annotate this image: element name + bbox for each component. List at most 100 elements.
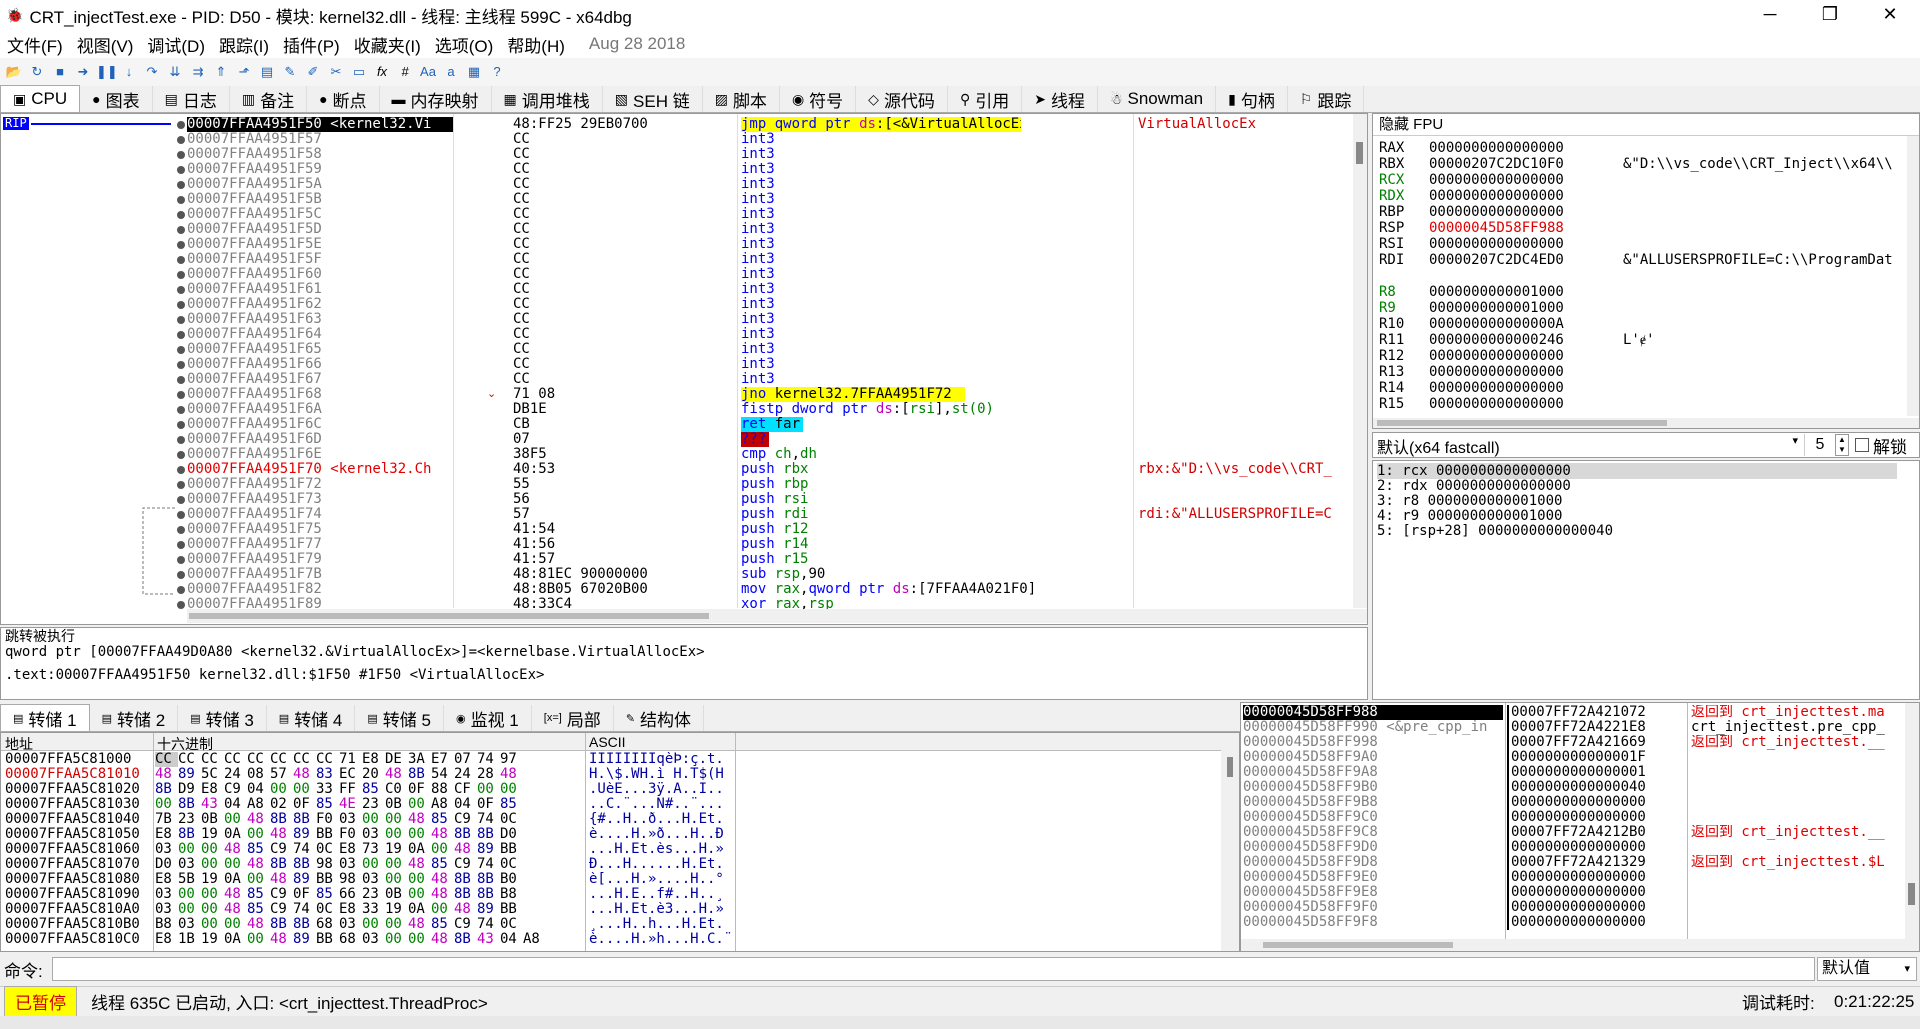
trace-over-icon[interactable]: ⇉ bbox=[188, 62, 208, 82]
disasm-address[interactable]: 00007FFAA4951F6C bbox=[187, 417, 453, 432]
tab-snowman[interactable]: ☃ Snowman bbox=[1098, 86, 1217, 112]
tab-script[interactable]: ▨ 脚本 bbox=[703, 86, 780, 112]
tab-memory-map[interactable]: ▬ 内存映射 bbox=[380, 86, 492, 112]
disasm-address[interactable]: 00007FFAA4951F5E bbox=[187, 237, 453, 252]
step-into-icon[interactable]: ↓ bbox=[119, 62, 139, 82]
breakpoint-dot-icon[interactable] bbox=[177, 226, 185, 234]
register-value[interactable]: 0000000000000000 bbox=[1429, 396, 1564, 412]
register-value[interactable]: 0000000000000000 bbox=[1429, 236, 1564, 252]
breakpoint-dot-icon[interactable] bbox=[177, 181, 185, 189]
dump-hex-row[interactable]: D0 03 00 00 48 8B 8B 98 03 00 00 48 85 C9 74 0C bbox=[155, 857, 546, 872]
dump-ascii-row[interactable]: ...H.Ét.è3...H.» bbox=[589, 902, 732, 917]
stack-address[interactable]: 00000045D58FF988 bbox=[1243, 705, 1503, 720]
register-value[interactable]: 0000000000000000 bbox=[1429, 204, 1564, 220]
registers-header[interactable]: 隐藏 FPU bbox=[1373, 114, 1919, 136]
disassembly-horizontal-scrollbar[interactable] bbox=[187, 609, 1367, 623]
dump-hex-row[interactable]: 48 89 5C 24 08 57 48 83 EC 20 48 8B 54 24 28 48 bbox=[155, 767, 546, 782]
dump-address[interactable]: 00007FFAA5C810A0 bbox=[5, 902, 140, 917]
disasm-address[interactable]: 00007FFAA4951F77 bbox=[187, 537, 453, 552]
tab-seh[interactable]: ▧ SEH 链 bbox=[603, 86, 703, 112]
stack-address[interactable]: 00000045D58FF9F8 bbox=[1243, 915, 1503, 930]
register-value[interactable]: 00000207C2DC4ED0 bbox=[1429, 252, 1564, 268]
disasm-address[interactable]: 00007FFAA4951F6D bbox=[187, 432, 453, 447]
menu-item[interactable]: 视图(V) bbox=[70, 32, 141, 57]
breakpoint-dot-icon[interactable] bbox=[177, 406, 185, 414]
trace-into-icon[interactable]: ⇊ bbox=[165, 62, 185, 82]
stack-address[interactable]: 00000045D58FF9E0 bbox=[1243, 870, 1503, 885]
register-value[interactable]: 0000000000001000 bbox=[1429, 284, 1564, 300]
disasm-address[interactable]: 00007FFAA4951F72 bbox=[187, 477, 453, 492]
dump-tab[interactable]: ◉ 监视 1 bbox=[444, 705, 532, 731]
dump-vertical-scrollbar[interactable] bbox=[1221, 733, 1239, 951]
breakpoint-dot-icon[interactable] bbox=[177, 241, 185, 249]
tab-handles[interactable]: ▮ 句柄 bbox=[1216, 86, 1288, 112]
stack-address[interactable]: 00000045D58FF9A8 bbox=[1243, 765, 1503, 780]
disasm-address[interactable]: 00007FFAA4951F7B bbox=[187, 567, 453, 582]
stack-value[interactable]: 000000000000001F bbox=[1507, 750, 1646, 765]
argument-row[interactable]: 1: rcx 0000000000000000 bbox=[1377, 463, 1897, 479]
disasm-address[interactable]: 00007FFAA4951F6A bbox=[187, 402, 453, 417]
open-icon[interactable]: 📂 bbox=[4, 62, 24, 82]
stack-value[interactable]: 0000000000000000 bbox=[1507, 870, 1646, 885]
arg-count-spinner[interactable]: ▲ ▼ bbox=[1835, 434, 1849, 456]
dump-hex-row[interactable]: 7B 23 0B 00 48 8B 8B F0 03 00 00 48 85 C9 74 0C bbox=[155, 812, 546, 827]
restart-icon[interactable]: ↻ bbox=[27, 62, 47, 82]
disasm-address[interactable]: 00007FFAA4951F82 bbox=[187, 582, 453, 597]
breakpoint-dot-icon[interactable] bbox=[177, 451, 185, 459]
arg-count-value[interactable]: 5 bbox=[1805, 436, 1835, 454]
register-value[interactable]: 0000000000000000 bbox=[1429, 188, 1564, 204]
dump-hex-row[interactable]: 03 00 00 48 85 C9 74 0C E8 33 19 0A 00 48 89 BB bbox=[155, 902, 546, 917]
disasm-address[interactable]: 00007FFAA4951F58 bbox=[187, 147, 453, 162]
stack-address[interactable]: 00000045D58FF990 <&pre_cpp_in bbox=[1243, 720, 1503, 735]
pause-icon[interactable]: ❚❚ bbox=[96, 62, 118, 82]
tab-call-stack[interactable]: ▦ 调用堆栈 bbox=[492, 86, 603, 112]
registers-pane[interactable]: 隐藏 FPU RAX 0000000000000000 RBX 00000207C2D… bbox=[1372, 113, 1920, 429]
dump-tab[interactable]: ▤ 转储 3 bbox=[178, 705, 267, 731]
stack-value[interactable]: 0000000000000000 bbox=[1507, 915, 1646, 930]
disasm-address[interactable]: 00007FFAA4951F64 bbox=[187, 327, 453, 342]
dump-tab[interactable]: ▤ 转储 4 bbox=[267, 705, 356, 731]
breakpoint-dot-icon[interactable] bbox=[177, 151, 185, 159]
breakpoint-dot-icon[interactable] bbox=[177, 256, 185, 264]
breakpoint-dot-icon[interactable] bbox=[177, 571, 185, 579]
disasm-address[interactable]: 00007FFAA4951F59 bbox=[187, 162, 453, 177]
tab-threads[interactable]: ➤ 线程 bbox=[1022, 86, 1098, 112]
stack-value[interactable]: 0000000000000000 bbox=[1507, 885, 1646, 900]
disasm-address[interactable]: 00007FFAA4951F5A bbox=[187, 177, 453, 192]
register-value[interactable]: 00000207C2DC10F0 bbox=[1429, 156, 1564, 172]
tab-cpu[interactable]: ▣ CPU bbox=[0, 85, 81, 112]
dump-tab[interactable]: ▤ 转储 1 bbox=[0, 704, 90, 731]
breakpoint-dot-icon[interactable] bbox=[177, 466, 185, 474]
disasm-address[interactable]: 00007FFAA4951F57 bbox=[187, 132, 453, 147]
dump-hex-row[interactable]: 00 8B 43 04 A8 02 0F 85 4E 23 0B 00 A8 04 0F 85 bbox=[155, 797, 546, 812]
breakpoint-dot-icon[interactable] bbox=[177, 121, 185, 129]
stack-value[interactable]: 0000000000000001 bbox=[1507, 765, 1646, 780]
argument-row[interactable]: 4: r9 0000000000001000 bbox=[1377, 508, 1562, 524]
dump-tab[interactable]: ▤ 转储 2 bbox=[90, 705, 179, 731]
disasm-address[interactable]: 00007FFAA4951F61 bbox=[187, 282, 453, 297]
run-to-user-code-icon[interactable]: ⬏ bbox=[234, 62, 254, 82]
argument-row[interactable]: 5: [rsp+28] 0000000000000040 bbox=[1377, 523, 1613, 539]
stack-address[interactable]: 00000045D58FF9C0 bbox=[1243, 810, 1503, 825]
unlock-checkbox[interactable] bbox=[1855, 438, 1869, 452]
breakpoint-dot-icon[interactable] bbox=[177, 586, 185, 594]
menu-item[interactable]: 文件(F) bbox=[0, 32, 70, 57]
font-icon[interactable]: Aa bbox=[418, 62, 438, 82]
menu-item[interactable]: 帮助(H) bbox=[500, 32, 572, 57]
tab-trace[interactable]: ⚐ 跟踪 bbox=[1288, 86, 1365, 112]
dump-ascii-row[interactable]: è....H.»ð...H..Ð bbox=[589, 827, 732, 842]
dump-hex-row[interactable]: E8 1B 19 0A 00 48 89 BB 68 03 00 00 48 8B 43 04 A8 bbox=[155, 932, 546, 947]
stack-value[interactable]: 0000000000000000 bbox=[1507, 900, 1646, 915]
breakpoint-dot-icon[interactable] bbox=[177, 541, 185, 549]
breakpoint-dot-icon[interactable] bbox=[177, 496, 185, 504]
dump-hex-row[interactable]: E8 5B 19 0A 00 48 89 BB 98 03 00 00 48 8B 8B B0 bbox=[155, 872, 546, 887]
menu-item[interactable]: 调试(D) bbox=[140, 32, 212, 57]
register-value[interactable]: 0000000000000000 bbox=[1429, 348, 1564, 364]
dump-ascii-row[interactable]: è[...H.»....H..° bbox=[589, 872, 732, 887]
case-icon[interactable]: a bbox=[441, 62, 461, 82]
breakpoint-dot-icon[interactable] bbox=[177, 166, 185, 174]
dump-ascii-row[interactable]: H.\$.WH.ì H.T$(H bbox=[589, 767, 732, 782]
dump-hex-row[interactable]: 8B D9 E8 C9 04 00 00 33 FF 85 C0 0F 88 CF 00 00 bbox=[155, 782, 546, 797]
close-button[interactable]: ✕ bbox=[1860, 0, 1920, 30]
dump-tab[interactable]: ✎ 结构体 bbox=[614, 705, 705, 731]
